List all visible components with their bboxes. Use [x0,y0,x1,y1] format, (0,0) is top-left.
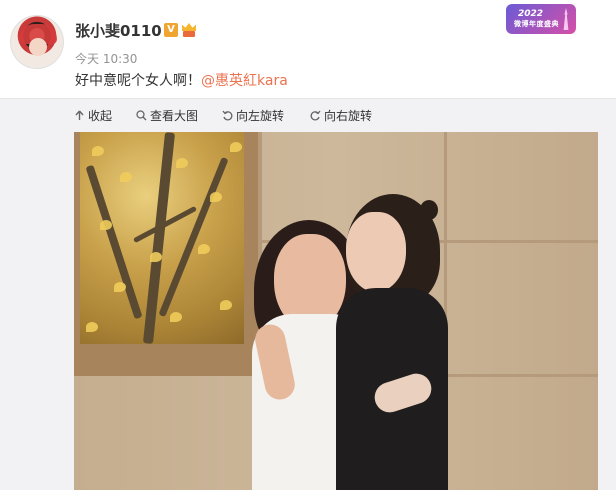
photo-area [0,130,616,490]
woman-right-hair-bun [420,200,438,220]
collapse-label: 收起 [88,109,113,123]
collapse-button[interactable]: 收起 [74,107,112,124]
post-header: 张小斐0110 V 今天 10:30 好中意呢个女人啊！@惠英紅kara 202… [0,0,616,100]
post-body: 好中意呢个女人啊！ [75,73,201,89]
collapse-up-arrow-icon [74,110,85,121]
username[interactable]: 张小斐0110 [75,20,162,41]
event-badge[interactable]: 2022 微博年度盛典 [506,4,576,34]
event-name: 微博年度盛典 [514,20,559,28]
verified-v-icon: V [164,23,178,37]
event-year: 2022 [518,9,544,19]
rotate-right-button[interactable]: 向右旋转 [310,107,372,124]
rotate-right-icon [310,110,321,121]
view-large-button[interactable]: 查看大图 [136,107,198,124]
crown-icon [181,22,197,38]
avatar-face [29,38,47,56]
post-text: 好中意呢个女人啊！@惠英紅kara [75,70,288,90]
zoom-in-icon [136,110,147,121]
tower-icon [563,8,569,30]
rotate-right-label: 向右旋转 [324,109,373,123]
post-timestamp[interactable]: 今天 10:30 [75,50,137,67]
rotate-left-icon [222,110,233,121]
image-toolbar: 收起 查看大图 向左旋转 向右旋转 [0,98,616,130]
mention-link[interactable]: @惠英紅kara [201,73,288,89]
tree-painting [80,132,244,344]
rotate-left-label: 向左旋转 [236,109,285,123]
rotate-left-button[interactable]: 向左旋转 [222,107,284,124]
post-photo[interactable] [74,132,598,490]
painting-frame [74,132,258,376]
woman-right-face [346,212,406,292]
avatar[interactable] [10,15,64,69]
view-large-label: 查看大图 [150,109,199,123]
